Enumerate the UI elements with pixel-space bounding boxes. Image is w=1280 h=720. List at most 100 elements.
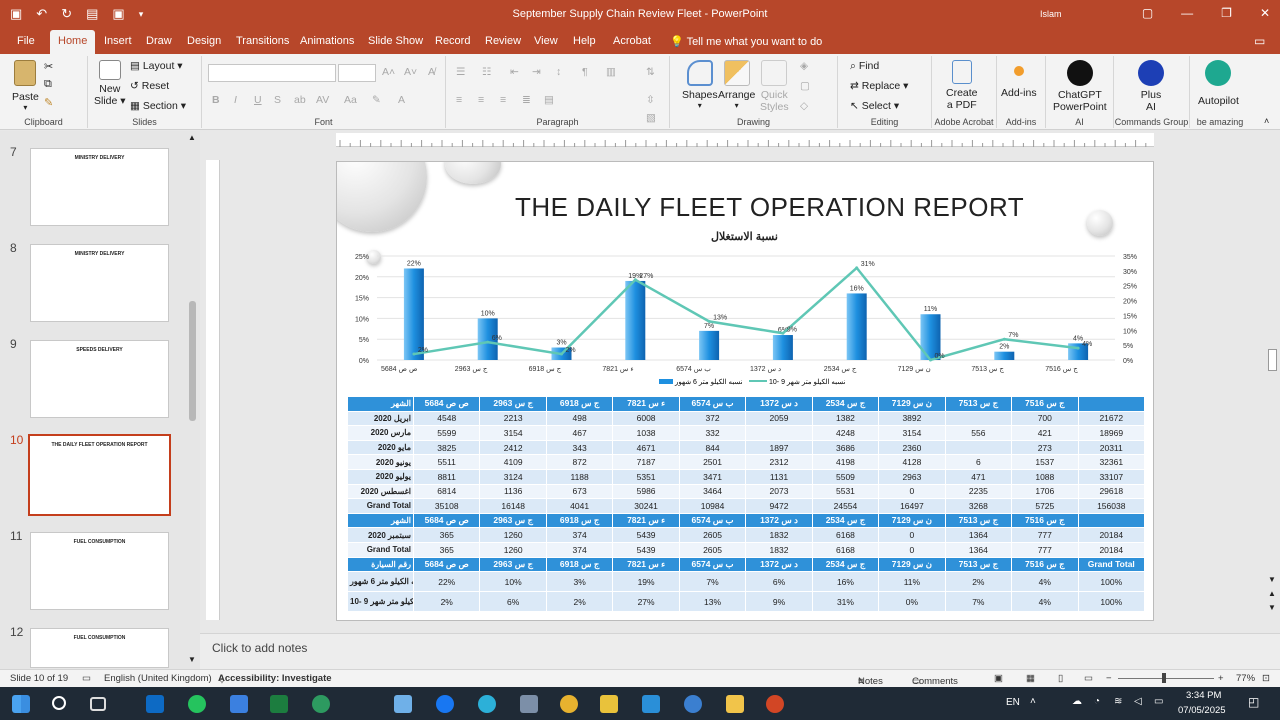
highlight-icon[interactable]: ✎: [372, 94, 381, 106]
file-explorer-icon[interactable]: [726, 695, 744, 713]
excel-icon[interactable]: [270, 695, 288, 713]
paste-button[interactable]: Paste ▾: [12, 60, 39, 112]
shape-fill-icon[interactable]: ◈: [800, 60, 808, 72]
minimize-icon[interactable]: —: [1181, 6, 1193, 20]
tab-review[interactable]: Review: [485, 35, 521, 47]
slideshow-view-icon[interactable]: ▭: [1084, 673, 1093, 684]
font-color-icon[interactable]: A: [398, 94, 405, 106]
accessibility-status[interactable]: ✧ Accessibility: Investigate: [218, 673, 332, 687]
tab-animations[interactable]: Animations: [300, 35, 354, 47]
onedrive-icon[interactable]: [684, 695, 702, 713]
scroll-up-icon[interactable]: ▲: [188, 133, 196, 142]
fit-slide-icon[interactable]: ⊡: [1262, 673, 1270, 684]
chatgpt-powerpoint-button[interactable]: ChatGPT PowerPoint: [1053, 60, 1107, 113]
shape-outline-icon[interactable]: ▢: [800, 80, 810, 92]
change-case-icon[interactable]: Aa: [344, 94, 357, 106]
notifications-icon[interactable]: ◰: [1248, 695, 1259, 709]
scroll-down-icon[interactable]: ▼: [188, 655, 196, 664]
align-right-icon[interactable]: ≡: [500, 94, 506, 106]
collapse-ribbon-icon[interactable]: ˄: [1264, 116, 1269, 126]
spelling-icon[interactable]: ▭: [82, 673, 91, 684]
arrange-button[interactable]: Arrange ▾: [718, 60, 755, 110]
comments-icon[interactable]: ▭: [1254, 34, 1265, 48]
clear-formatting-icon[interactable]: A̸: [428, 66, 435, 78]
zoom-slider-thumb[interactable]: [1162, 673, 1166, 683]
char-spacing-icon[interactable]: AV: [316, 94, 329, 106]
text-direction-icon[interactable]: ⇅: [646, 66, 655, 78]
language-indicator[interactable]: English (United Kingdom): [104, 673, 212, 684]
select-button[interactable]: ↖ Select ▾: [850, 100, 899, 112]
zoom-in-icon[interactable]: +: [1218, 673, 1224, 684]
wifi-icon[interactable]: ≋: [1114, 696, 1122, 707]
scrollbar-thumb[interactable]: [189, 301, 196, 421]
tab-home[interactable]: Home: [50, 30, 96, 54]
tab-transitions[interactable]: Transitions: [236, 35, 289, 47]
decrease-font-icon[interactable]: A˅: [404, 66, 417, 78]
ribbon-display-icon[interactable]: ▢: [1142, 6, 1153, 20]
underline-icon[interactable]: U: [254, 94, 262, 106]
whatsapp-icon[interactable]: [188, 695, 206, 713]
align-center-icon[interactable]: ≡: [478, 94, 484, 106]
next-slide-icon[interactable]: ▼: [1268, 603, 1276, 612]
cloud-icon[interactable]: ☁: [1072, 696, 1082, 707]
autopilot-button[interactable]: Autopilot: [1198, 60, 1239, 107]
windows-start-icon[interactable]: [12, 695, 30, 713]
create-pdf-button[interactable]: Create a PDF: [946, 60, 978, 111]
tell-me-search[interactable]: 💡 Tell me what you want to do: [670, 35, 822, 48]
app-icon[interactable]: [230, 695, 248, 713]
slide-thumbnail-11[interactable]: FUEL CONSUMPTION: [30, 532, 169, 610]
tab-draw[interactable]: Draw: [146, 35, 172, 47]
section-button[interactable]: ▦ Section ▾: [130, 100, 186, 112]
clock-date[interactable]: 07/05/2025: [1178, 705, 1226, 716]
italic-icon[interactable]: I: [234, 94, 237, 106]
user-name[interactable]: Islam: [1040, 9, 1062, 19]
zoom-level[interactable]: 77%: [1236, 673, 1255, 684]
chrome-icon[interactable]: [560, 695, 578, 713]
slide-thumbnail-8[interactable]: MINISTRY DELIVERY: [30, 244, 169, 322]
app-green-icon[interactable]: [312, 695, 330, 713]
powerpoint-icon[interactable]: [766, 695, 784, 713]
tab-insert[interactable]: Insert: [104, 35, 132, 47]
shadow-icon[interactable]: ab: [294, 94, 306, 106]
slide-sorter-icon[interactable]: ▦: [1026, 673, 1035, 684]
rtl-icon[interactable]: ¶: [582, 66, 588, 78]
battery-icon[interactable]: ▭: [1154, 696, 1163, 707]
strikethrough-icon[interactable]: S: [274, 94, 281, 106]
numbering-icon[interactable]: ☷: [482, 66, 491, 78]
font-family-dropdown[interactable]: [208, 64, 336, 82]
new-slide-button[interactable]: New Slide ▾: [94, 60, 126, 107]
task-view-icon[interactable]: [90, 697, 106, 711]
facebook-icon[interactable]: [436, 695, 454, 713]
reading-view-icon[interactable]: ▯: [1058, 673, 1063, 684]
layout-button[interactable]: ▤ Layout ▾: [130, 60, 183, 72]
previous-slide-icon[interactable]: ▲: [1268, 589, 1276, 598]
decrease-indent-icon[interactable]: ⇤: [510, 66, 519, 78]
zoom-slider[interactable]: [1118, 678, 1214, 679]
scroll-down-icon[interactable]: ▼: [1268, 575, 1276, 584]
tab-record[interactable]: Record: [435, 35, 470, 47]
normal-view-icon[interactable]: ▣: [994, 673, 1003, 684]
volume-icon[interactable]: ◁: [1134, 696, 1142, 707]
tab-help[interactable]: Help: [573, 35, 596, 47]
slide-canvas[interactable]: THE DAILY FLEET OPERATION REPORT نسبة ال…: [336, 161, 1154, 621]
quick-styles-button[interactable]: Quick Styles: [760, 60, 789, 113]
network-icon[interactable]: ◔: [1094, 696, 1100, 707]
show-hidden-icons-icon[interactable]: ˄: [1030, 696, 1036, 707]
add-ins-button[interactable]: Add-ins: [1001, 66, 1037, 99]
tab-acrobat[interactable]: Acrobat: [613, 35, 651, 47]
increase-font-icon[interactable]: A˄: [382, 66, 395, 78]
copy-icon[interactable]: ⧉: [44, 78, 52, 91]
search-icon[interactable]: [52, 696, 66, 710]
plus-ai-button[interactable]: Plus AI: [1138, 60, 1164, 113]
bullets-icon[interactable]: ☰: [456, 66, 465, 78]
shape-effects-icon[interactable]: ◇: [800, 100, 808, 112]
notes-pane[interactable]: Click to add notes: [200, 633, 1280, 669]
reset-button[interactable]: ↺ Reset: [130, 80, 169, 92]
font-size-dropdown[interactable]: [338, 64, 376, 82]
replace-button[interactable]: ⇄ Replace ▾: [850, 80, 908, 92]
justify-icon[interactable]: ≣: [522, 94, 531, 106]
restore-icon[interactable]: ❐: [1221, 6, 1232, 20]
slide-thumbnail-10[interactable]: THE DAILY FLEET OPERATION REPORT: [28, 434, 171, 516]
input-language[interactable]: EN: [1006, 697, 1020, 708]
powerbi-icon[interactable]: [600, 695, 618, 713]
